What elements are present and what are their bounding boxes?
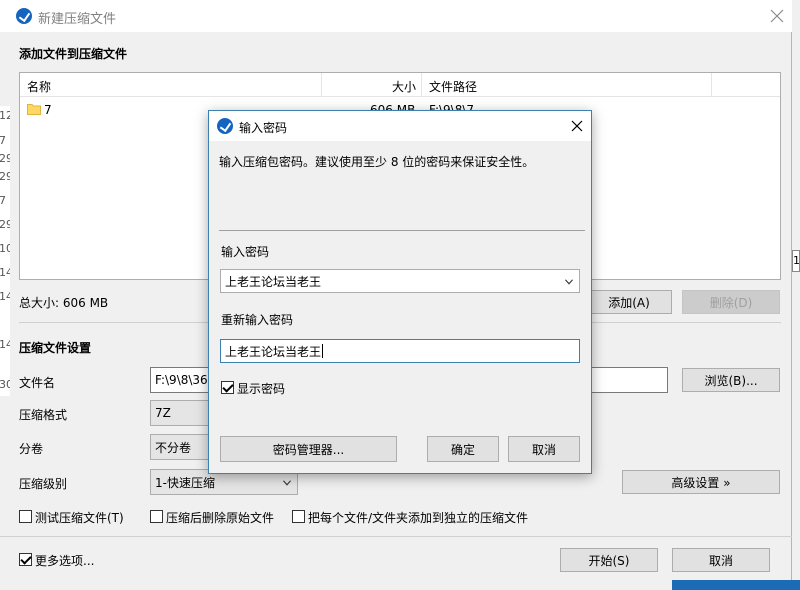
volume-label: 分卷 — [19, 442, 44, 456]
file-list-header: 名称 大小 文件路径 — [20, 73, 780, 97]
level-label: 压缩级别 — [19, 477, 68, 491]
delete-button[interactable]: 删除(D) — [682, 290, 780, 314]
dialog-description: 输入压缩包密码。建议使用至少 8 位的密码来保证安全性。 — [219, 155, 535, 169]
edge-fragment: 29 — [0, 152, 10, 165]
chevron-down-icon — [283, 480, 291, 486]
password-value: 上老王论坛当老王 — [225, 274, 322, 289]
background-window-left-edge: 12 7 29 29 7 29 10 14 14 14 30 — [0, 106, 10, 396]
ok-button[interactable]: 确定 — [427, 436, 499, 462]
dialog-app-icon — [217, 118, 233, 134]
folder-icon — [27, 104, 41, 115]
divider — [219, 230, 585, 231]
password-input[interactable]: 上老王论坛当老王 — [220, 269, 580, 293]
settings-title: 压缩文件设置 — [19, 341, 92, 355]
volume-value: 不分卷 — [155, 440, 192, 455]
edge-fragment: 7 — [0, 194, 6, 207]
chevron-down-icon[interactable] — [565, 278, 573, 286]
row-name: 7 — [44, 103, 52, 117]
dialog-cancel-button[interactable]: 取消 — [508, 436, 580, 462]
column-header-size[interactable]: 大小 — [392, 78, 416, 95]
test-archive-checkbox[interactable] — [19, 510, 32, 523]
more-options-checkbox[interactable] — [19, 553, 32, 566]
divider — [0, 536, 792, 537]
background-window-right-edge: 1 — [792, 250, 800, 272]
add-section-title: 添加文件到压缩文件 — [19, 47, 128, 61]
edge-fragment: 30 — [0, 378, 10, 391]
dialog-title: 输入密码 — [239, 121, 288, 135]
delete-after-label[interactable]: 压缩后删除原始文件 — [166, 509, 274, 526]
format-label: 压缩格式 — [19, 408, 68, 422]
add-button[interactable]: 添加(A) — [586, 290, 672, 314]
advanced-settings-button[interactable]: 高级设置 » — [622, 470, 780, 494]
password-label: 输入密码 — [221, 245, 270, 259]
repeat-password-input[interactable]: 上老王论坛当老王 — [220, 339, 580, 363]
show-password-checkbox[interactable] — [221, 381, 234, 394]
edge-fragment: 14 — [0, 290, 10, 303]
dialog-title-bar: 输入密码 — [209, 111, 591, 141]
taskbar-fragment — [672, 580, 800, 590]
column-header-path[interactable]: 文件路径 — [429, 78, 477, 95]
level-value: 1-快速压缩 — [155, 475, 215, 490]
password-manager-button[interactable]: 密码管理器... — [220, 436, 397, 462]
title-bar: 新建压缩文件 — [0, 0, 792, 32]
column-header-name[interactable]: 名称 — [27, 78, 51, 95]
start-button[interactable]: 开始(S) — [560, 548, 658, 572]
close-icon[interactable] — [770, 9, 784, 23]
show-password-label[interactable]: 显示密码 — [237, 380, 285, 397]
format-value: 7Z — [155, 406, 171, 420]
text-cursor — [322, 344, 324, 358]
total-size: 总大小: 606 MB — [19, 296, 109, 310]
app-icon — [16, 8, 32, 24]
more-options-label[interactable]: 更多选项... — [35, 552, 94, 569]
delete-after-checkbox[interactable] — [150, 510, 163, 523]
edge-fragment: 29 — [0, 170, 10, 183]
edge-fragment: 29 — [0, 218, 10, 231]
edge-fragment: 7 — [0, 134, 6, 147]
repeat-password-value: 上老王论坛当老王 — [225, 344, 322, 359]
separate-archives-checkbox[interactable] — [292, 510, 305, 523]
edge-fragment: 14 — [0, 266, 10, 279]
edge-fragment: 14 — [0, 338, 10, 351]
edge-fragment: 10 — [0, 242, 10, 255]
password-dialog: 输入密码 输入压缩包密码。建议使用至少 8 位的密码来保证安全性。 输入密码 上… — [208, 110, 592, 474]
filename-label: 文件名 — [19, 376, 56, 390]
dialog-body: 输入压缩包密码。建议使用至少 8 位的密码来保证安全性。 输入密码 上老王论坛当… — [209, 141, 591, 473]
browse-button[interactable]: 浏览(B)... — [682, 368, 780, 392]
separate-archives-label[interactable]: 把每个文件/文件夹添加到独立的压缩文件 — [308, 509, 528, 526]
cancel-button[interactable]: 取消 — [672, 548, 770, 572]
repeat-password-label: 重新输入密码 — [221, 313, 294, 327]
edge-fragment: 1 — [793, 254, 800, 267]
test-archive-label[interactable]: 测试压缩文件(T) — [35, 509, 124, 526]
window-title: 新建压缩文件 — [38, 12, 117, 27]
edge-fragment: 12 — [0, 109, 10, 122]
close-icon[interactable] — [571, 120, 583, 132]
